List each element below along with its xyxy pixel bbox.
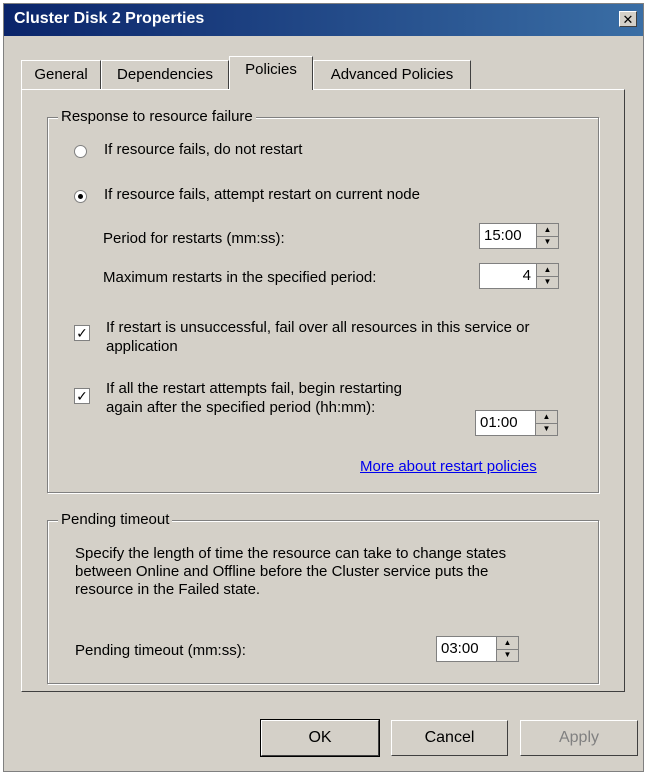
- period-down-icon[interactable]: ▼: [537, 236, 558, 248]
- window-title: Cluster Disk 2 Properties: [14, 10, 205, 27]
- no-restart-radio[interactable]: [74, 145, 87, 158]
- failover-label-line1: If restart is unsuccessful, fail over al…: [106, 319, 530, 336]
- period-label: Period for restarts (mm:ss):: [103, 230, 285, 247]
- tab-panel-policies: Response to resource failure If resource…: [21, 89, 625, 692]
- max-restarts-spin-buttons[interactable]: ▲ ▼: [536, 264, 558, 288]
- pending-timeout-group-title: Pending timeout: [58, 511, 173, 528]
- response-group-title: Response to resource failure: [58, 108, 256, 125]
- failover-label-line2: application: [106, 338, 178, 355]
- tab-dependencies[interactable]: Dependencies: [101, 60, 229, 89]
- restart-again-checkbox[interactable]: ✓: [74, 388, 90, 404]
- restart-label: If resource fails, attempt restart on cu…: [104, 186, 420, 203]
- restart-again-label-line1: If all the restart attempts fail, begin …: [106, 380, 402, 397]
- apply-button[interactable]: Apply: [520, 720, 638, 756]
- restart-again-spin-buttons[interactable]: ▲ ▼: [535, 411, 557, 435]
- max-restarts-value: 4: [522, 267, 531, 284]
- no-restart-label: If resource fails, do not restart: [104, 141, 303, 158]
- pending-timeout-stepper[interactable]: 03:00 ▲ ▼: [436, 636, 519, 662]
- max-restarts-stepper[interactable]: 4 ▲ ▼: [479, 263, 559, 289]
- pending-timeout-label: Pending timeout (mm:ss):: [75, 642, 246, 659]
- properties-dialog: Cluster Disk 2 Properties ✕ General Depe…: [3, 3, 644, 772]
- restart-radio[interactable]: [74, 190, 87, 203]
- pending-desc-line3: resource in the Failed state.: [75, 581, 261, 598]
- tab-policies[interactable]: Policies: [229, 56, 313, 90]
- restart-again-label-line2: again after the specified period (hh:mm)…: [106, 399, 376, 416]
- pending-desc-line1: Specify the length of time the resource …: [75, 545, 507, 562]
- cancel-button[interactable]: Cancel: [391, 720, 508, 756]
- more-about-restart-policies-link[interactable]: More about restart policies: [360, 458, 537, 475]
- max-restarts-down-icon[interactable]: ▼: [537, 276, 558, 288]
- restart-again-stepper[interactable]: 01:00 ▲ ▼: [475, 410, 558, 436]
- pending-timeout-spin-buttons[interactable]: ▲ ▼: [496, 637, 518, 661]
- title-bar: Cluster Disk 2 Properties ✕: [4, 4, 643, 36]
- pending-timeout-down-icon[interactable]: ▼: [497, 649, 518, 661]
- tab-general[interactable]: General: [21, 60, 101, 89]
- max-restarts-label: Maximum restarts in the specified period…: [103, 269, 377, 286]
- pending-desc-line2: between Online and Offline before the Cl…: [75, 563, 489, 580]
- period-spin-buttons[interactable]: ▲ ▼: [536, 224, 558, 248]
- restart-again-value: 01:00: [480, 414, 518, 431]
- ok-button[interactable]: OK: [260, 719, 380, 757]
- period-stepper[interactable]: 15:00 ▲ ▼: [479, 223, 559, 249]
- restart-again-down-icon[interactable]: ▼: [536, 423, 557, 435]
- pending-timeout-value: 03:00: [441, 640, 479, 657]
- period-value: 15:00: [484, 227, 522, 244]
- tab-advanced-policies[interactable]: Advanced Policies: [313, 60, 471, 89]
- response-group: Response to resource failure If resource…: [47, 108, 599, 493]
- close-button[interactable]: ✕: [619, 11, 637, 27]
- pending-timeout-group: Pending timeout Specify the length of ti…: [47, 511, 599, 684]
- failover-checkbox[interactable]: ✓: [74, 325, 90, 341]
